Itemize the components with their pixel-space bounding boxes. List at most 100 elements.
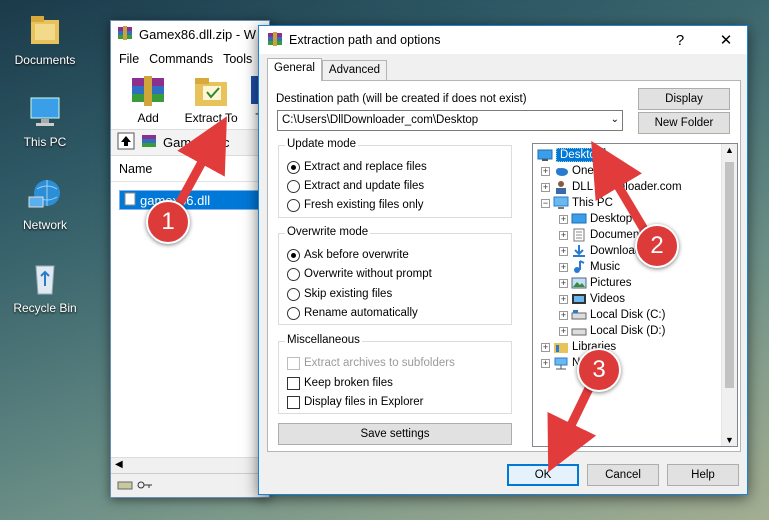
expand-icon[interactable]: +: [541, 342, 550, 352]
expand-icon[interactable]: +: [559, 230, 568, 240]
tab-advanced[interactable]: Advanced: [321, 60, 388, 80]
radio-skip-existing[interactable]: Skip existing files: [287, 286, 392, 302]
save-settings-button[interactable]: Save settings: [278, 423, 512, 445]
expand-icon[interactable]: +: [559, 246, 568, 256]
videos-icon: [571, 292, 587, 306]
destination-label: Destination path (will be created if doe…: [276, 93, 527, 105]
menu-file[interactable]: File: [119, 52, 139, 66]
scroll-left-icon[interactable]: ◀: [115, 459, 123, 470]
expand-icon[interactable]: +: [541, 358, 550, 368]
add-button[interactable]: Add: [123, 70, 173, 129]
destination-path-combo[interactable]: C:\Users\DllDownloader_com\Desktop ⌄: [277, 110, 623, 131]
dialog-title: Extraction path and options: [289, 33, 441, 47]
tree-item-local-disk-c[interactable]: + Local Disk (C:): [559, 307, 665, 323]
expand-icon[interactable]: +: [559, 214, 568, 224]
expand-icon[interactable]: +: [559, 278, 568, 288]
add-archive-icon: [126, 72, 170, 110]
tree-item-local-disk-d[interactable]: + Local Disk (D:): [559, 323, 665, 339]
radio-extract-replace[interactable]: Extract and replace files: [287, 159, 427, 175]
checkbox[interactable]: [287, 376, 300, 390]
cancel-button[interactable]: Cancel: [587, 464, 659, 486]
radio-ask-before[interactable]: Ask before overwrite: [287, 247, 409, 263]
close-button[interactable]: ✕: [707, 28, 745, 52]
folder-tree[interactable]: Desktop + OneDrive + DLL Downloader.com …: [532, 143, 738, 447]
winrar-address-bar[interactable]: Gamex86.c: [111, 130, 269, 156]
expand-icon[interactable]: +: [541, 166, 550, 176]
tree-item-pc-desktop[interactable]: + Desktop: [559, 211, 632, 227]
scroll-up-icon[interactable]: ▲: [725, 145, 734, 155]
extract-to-button[interactable]: Extract To: [183, 70, 239, 129]
scrollbar-thumb[interactable]: [725, 162, 734, 388]
desktop-icon-documents[interactable]: Documents: [2, 10, 88, 67]
cloud-icon: [553, 164, 569, 178]
winrar-titlebar[interactable]: Gamex86.dll.zip - W: [111, 21, 269, 48]
display-button[interactable]: Display: [638, 88, 730, 110]
tab-general[interactable]: General: [267, 58, 322, 81]
radio-button[interactable]: [287, 267, 300, 281]
overwrite-mode-title: Overwrite mode: [285, 226, 371, 238]
address-text: Gamex86.c: [163, 135, 230, 150]
tree-item-onedrive[interactable]: + OneDrive: [541, 163, 621, 179]
radio-extract-update[interactable]: Extract and update files: [287, 178, 424, 194]
ok-button[interactable]: OK: [507, 464, 579, 486]
checkbox: [287, 356, 300, 370]
extract-to-icon: [189, 72, 233, 110]
expand-icon[interactable]: +: [559, 310, 568, 320]
winrar-statusbar: [111, 473, 269, 497]
radio-button[interactable]: [287, 248, 300, 262]
radio-button[interactable]: [287, 198, 300, 212]
update-mode-title: Update mode: [285, 138, 359, 150]
column-header-name[interactable]: Name: [111, 156, 269, 182]
help-title-button[interactable]: ?: [661, 28, 699, 52]
desktop-icon-label: Recycle Bin: [13, 301, 77, 315]
step-badge-2: 2: [635, 224, 679, 268]
expand-icon[interactable]: +: [559, 262, 568, 272]
help-button[interactable]: Help: [667, 464, 739, 486]
desktop-icon-recycle-bin[interactable]: Recycle Bin: [2, 258, 88, 315]
winrar-toolbar: Add Extract To T: [111, 70, 269, 130]
up-folder-icon[interactable]: [117, 132, 135, 153]
tree-vertical-scrollbar[interactable]: ▲ ▼: [721, 144, 737, 446]
destination-path-value: C:\Users\DllDownloader_com\Desktop: [282, 114, 479, 126]
extraction-dialog: Extraction path and options ? ✕ General …: [258, 25, 748, 495]
collapse-icon[interactable]: −: [541, 198, 550, 208]
scroll-down-icon[interactable]: ▼: [725, 435, 734, 445]
radio-button[interactable]: [287, 179, 300, 193]
tree-item-this-pc[interactable]: − This PC: [541, 195, 613, 211]
chevron-down-icon[interactable]: ⌄: [611, 114, 619, 125]
new-folder-button[interactable]: New Folder: [638, 112, 730, 134]
key-icon: [137, 479, 153, 493]
expand-icon[interactable]: +: [559, 294, 568, 304]
tree-item-videos[interactable]: + Videos: [559, 291, 625, 307]
expand-icon[interactable]: +: [541, 182, 550, 192]
expand-icon[interactable]: +: [559, 326, 568, 336]
menu-commands[interactable]: Commands: [149, 52, 213, 66]
download-icon: [571, 244, 587, 258]
radio-fresh-existing[interactable]: Fresh existing files only: [287, 197, 424, 213]
tree-item-music[interactable]: + Music: [559, 259, 620, 275]
menu-tools[interactable]: Tools: [223, 52, 252, 66]
extract-to-label: Extract To: [184, 111, 238, 125]
horizontal-scrollbar[interactable]: ◀: [111, 457, 269, 473]
radio-overwrite-without-prompt[interactable]: Overwrite without prompt: [287, 266, 432, 282]
checkbox-keep-broken[interactable]: Keep broken files: [287, 375, 393, 391]
tree-item-pictures[interactable]: + Pictures: [559, 275, 632, 291]
radio-button[interactable]: [287, 287, 300, 301]
tree-item-user[interactable]: + DLL Downloader.com: [541, 179, 682, 195]
archive-icon: [141, 133, 157, 152]
radio-rename-auto[interactable]: Rename automatically: [287, 305, 418, 321]
radio-button[interactable]: [287, 160, 300, 174]
file-row[interactable]: gamex86.dll: [119, 190, 263, 210]
desktop-icon-network[interactable]: Network: [2, 175, 88, 232]
desktop-icon-label: This PC: [23, 135, 67, 149]
dialog-titlebar[interactable]: Extraction path and options ? ✕: [259, 26, 747, 54]
radio-button[interactable]: [287, 306, 300, 320]
checkbox-display-in-explorer[interactable]: Display files in Explorer: [287, 394, 424, 410]
drive-icon: [571, 308, 587, 322]
network-icon: [553, 356, 569, 370]
tree-item-downloads[interactable]: + Downloads: [559, 243, 647, 259]
checkbox[interactable]: [287, 395, 300, 409]
tree-item-desktop-root[interactable]: Desktop: [537, 147, 607, 163]
winrar-app-icon: [267, 31, 283, 50]
desktop-icon-this-pc[interactable]: This PC: [2, 92, 88, 149]
